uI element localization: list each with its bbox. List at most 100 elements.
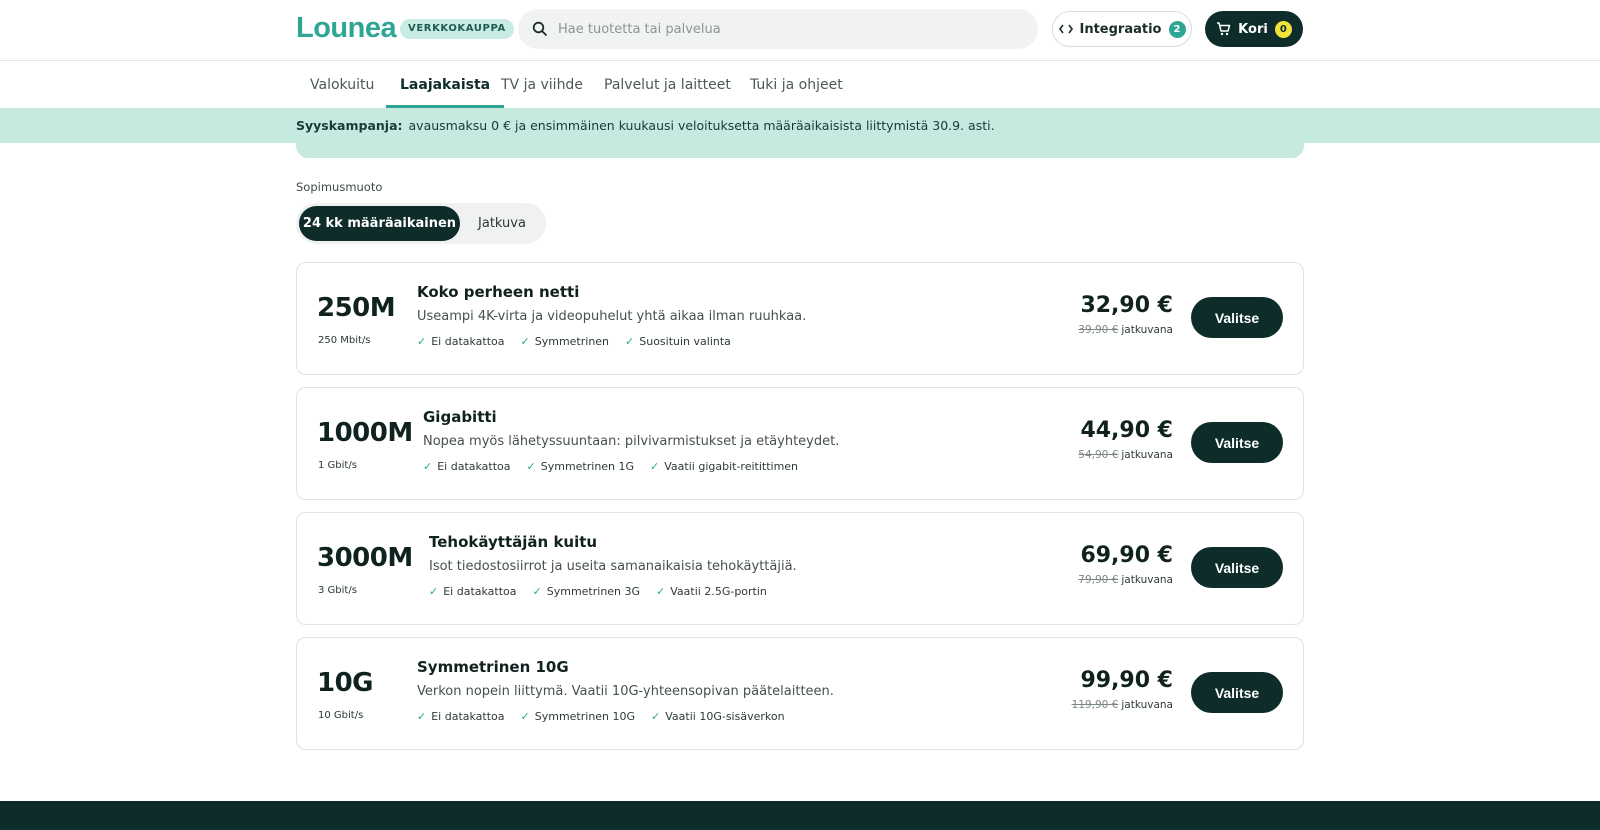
- search-icon: [532, 21, 547, 36]
- contract-toggle: 24 kk määräaikainen Jatkuva: [296, 203, 546, 244]
- plan-description: Nopea myös lähetyssuuntaan: pilvivarmist…: [423, 434, 840, 449]
- cart-count-badge: 0: [1274, 20, 1292, 38]
- integration-count-badge: 2: [1168, 20, 1186, 38]
- plan-features: ✓ Ei datakattoa ✓ Symmetrinen 1G ✓ Vaatii g…: [423, 460, 839, 473]
- old-price-value: 79,90 €: [1078, 574, 1119, 586]
- logo[interactable]: Lounea: [296, 12, 397, 45]
- cart-button[interactable]: Kori 0: [1205, 11, 1303, 47]
- plan-mbit: 10 Gbit/s: [318, 710, 364, 721]
- tab-tuki-ja-ohjeet[interactable]: Tuki ja ohjeet: [736, 61, 857, 108]
- plan-description: Useampi 4K-virta ja videopuhelut yhtä ai…: [417, 309, 807, 324]
- plan-card: 250M 250 Mbit/s Koko perheen netti Useam…: [296, 262, 1304, 375]
- feature-label: Vaatii gigabit-reitittimen: [664, 460, 799, 473]
- check-icon: ✓: [417, 710, 427, 723]
- old-price-suffix: jatkuvana: [1121, 574, 1173, 586]
- select-plan-button[interactable]: Valitse: [1191, 422, 1283, 463]
- top-header: Lounea VERKKOKAUPPA Integraatio 2 Kori 0: [0, 0, 1600, 61]
- feature-label: Ei datakattoa: [431, 710, 505, 723]
- plan-card: 3000M 3 Gbit/s Tehokäyttäjän kuitu Isot …: [296, 512, 1304, 625]
- feature-item: ✓ Vaatii 2.5G-portin: [656, 585, 767, 598]
- feature-label: Vaatii 2.5G-portin: [670, 585, 767, 598]
- check-icon: ✓: [417, 335, 427, 348]
- integration-button[interactable]: Integraatio 2: [1052, 11, 1192, 47]
- plan-name: Koko perheen netti: [417, 283, 580, 301]
- check-icon: ✓: [625, 335, 635, 348]
- feature-item: ✓ Ei datakattoa: [429, 585, 517, 598]
- plan-description: Isot tiedostosiirrot ja useita samanaika…: [429, 559, 797, 574]
- price-box: 69,90 € 79,90 € jatkuvana: [1078, 543, 1173, 586]
- feature-label: Vaatii 10G-sisäverkon: [665, 710, 785, 723]
- footer: [0, 801, 1600, 830]
- plan-mbit: 250 Mbit/s: [318, 335, 371, 346]
- plan-mbit: 3 Gbit/s: [318, 585, 357, 596]
- feature-item: ✓ Ei datakattoa: [423, 460, 511, 473]
- check-icon: ✓: [532, 585, 542, 598]
- plan-mbit: 1 Gbit/s: [318, 460, 357, 471]
- old-price-suffix: jatkuvana: [1121, 324, 1173, 336]
- plan-info: Koko perheen netti Useampi 4K-virta ja v…: [417, 283, 806, 348]
- cart-label: Kori: [1238, 21, 1268, 37]
- select-plan-button[interactable]: Valitse: [1191, 547, 1283, 588]
- feature-label: Symmetrinen 10G: [534, 710, 636, 723]
- check-icon: ✓: [526, 460, 536, 473]
- contract-option-continuous[interactable]: Jatkuva: [461, 206, 543, 241]
- select-plan-button[interactable]: Valitse: [1191, 297, 1283, 338]
- promo-card-edge: [296, 143, 1304, 158]
- feature-label: Ei datakattoa: [437, 460, 511, 473]
- plan-price: 99,90 €: [1080, 668, 1173, 693]
- feature-label: Suosituin valinta: [639, 335, 731, 348]
- plan-old-price: 79,90 € jatkuvana: [1078, 574, 1173, 586]
- check-icon: ✓: [520, 335, 530, 348]
- plan-old-price: 119,90 € jatkuvana: [1072, 699, 1173, 711]
- plan-price: 69,90 €: [1080, 543, 1173, 568]
- plan-card: 1000M 1 Gbit/s Gigabitti Nopea myös lähe…: [296, 387, 1304, 500]
- plan-speed: 3000M: [317, 543, 413, 573]
- check-icon: ✓: [656, 585, 666, 598]
- check-icon: ✓: [650, 460, 660, 473]
- plan-features: ✓ Ei datakattoa ✓ Symmetrinen ✓ Suosituin v…: [417, 335, 806, 348]
- plan-features: ✓ Ei datakattoa ✓ Symmetrinen 3G ✓ Vaatii 2…: [429, 585, 797, 598]
- plan-speed: 10G: [317, 668, 374, 698]
- feature-label: Ei datakattoa: [443, 585, 517, 598]
- shop-badge: VERKKOKAUPPA: [400, 19, 514, 39]
- price-box: 99,90 € 119,90 € jatkuvana: [1072, 668, 1173, 711]
- feature-item: ✓ Symmetrinen 1G: [527, 460, 635, 473]
- plan-speed: 250M: [317, 293, 396, 323]
- plan-info: Tehokäyttäjän kuitu Isot tiedostosiirrot…: [429, 533, 797, 598]
- plan-info: Symmetrinen 10G Verkon nopein liittymä. …: [417, 658, 834, 723]
- tab-valokuitu[interactable]: Valokuitu: [296, 61, 388, 108]
- feature-label: Symmetrinen 3G: [546, 585, 641, 598]
- promo-banner: Syyskampanja: avausmaksu 0 € ja ensimmäi…: [0, 108, 1600, 143]
- plan-info: Gigabitti Nopea myös lähetyssuuntaan: pi…: [423, 408, 839, 473]
- plan-description: Verkon nopein liittymä. Vaatii 10G-yhtee…: [417, 684, 834, 699]
- tab-palvelut-ja-laitteet[interactable]: Palvelut ja laitteet: [590, 61, 745, 108]
- plan-name: Symmetrinen 10G: [417, 658, 569, 676]
- search-bar[interactable]: [518, 9, 1038, 49]
- old-price-value: 119,90 €: [1071, 699, 1119, 711]
- search-input[interactable]: [558, 21, 998, 37]
- check-icon: ✓: [651, 710, 661, 723]
- old-price-suffix: jatkuvana: [1121, 449, 1173, 461]
- feature-item: ✓ Symmetrinen 10G: [521, 710, 636, 723]
- plan-speed: 1000M: [317, 418, 413, 448]
- select-plan-button[interactable]: Valitse: [1191, 672, 1283, 713]
- feature-item: ✓ Suosituin valinta: [625, 335, 731, 348]
- check-icon: ✓: [423, 460, 433, 473]
- old-price-value: 39,90 €: [1078, 324, 1119, 336]
- check-icon: ✓: [429, 585, 439, 598]
- feature-label: Symmetrinen 1G: [540, 460, 635, 473]
- cart-icon: [1217, 22, 1231, 36]
- plan-price: 44,90 €: [1080, 418, 1173, 443]
- plan-old-price: 54,90 € jatkuvana: [1078, 449, 1173, 461]
- plan-name: Tehokäyttäjän kuitu: [429, 533, 598, 551]
- promo-text: avausmaksu 0 € ja ensimmäinen kuukausi v…: [408, 118, 995, 133]
- feature-label: Ei datakattoa: [431, 335, 505, 348]
- check-icon: ✓: [520, 710, 530, 723]
- feature-label: Symmetrinen: [534, 335, 610, 348]
- price-box: 32,90 € 39,90 € jatkuvana: [1078, 293, 1173, 336]
- promo-title: Syyskampanja:: [296, 118, 403, 133]
- contract-option-fixed[interactable]: 24 kk määräaikainen: [299, 206, 460, 241]
- feature-item: ✓ Ei datakattoa: [417, 710, 505, 723]
- tab-tv-ja-viihde[interactable]: TV ja viihde: [487, 61, 597, 108]
- plan-old-price: 39,90 € jatkuvana: [1078, 324, 1173, 336]
